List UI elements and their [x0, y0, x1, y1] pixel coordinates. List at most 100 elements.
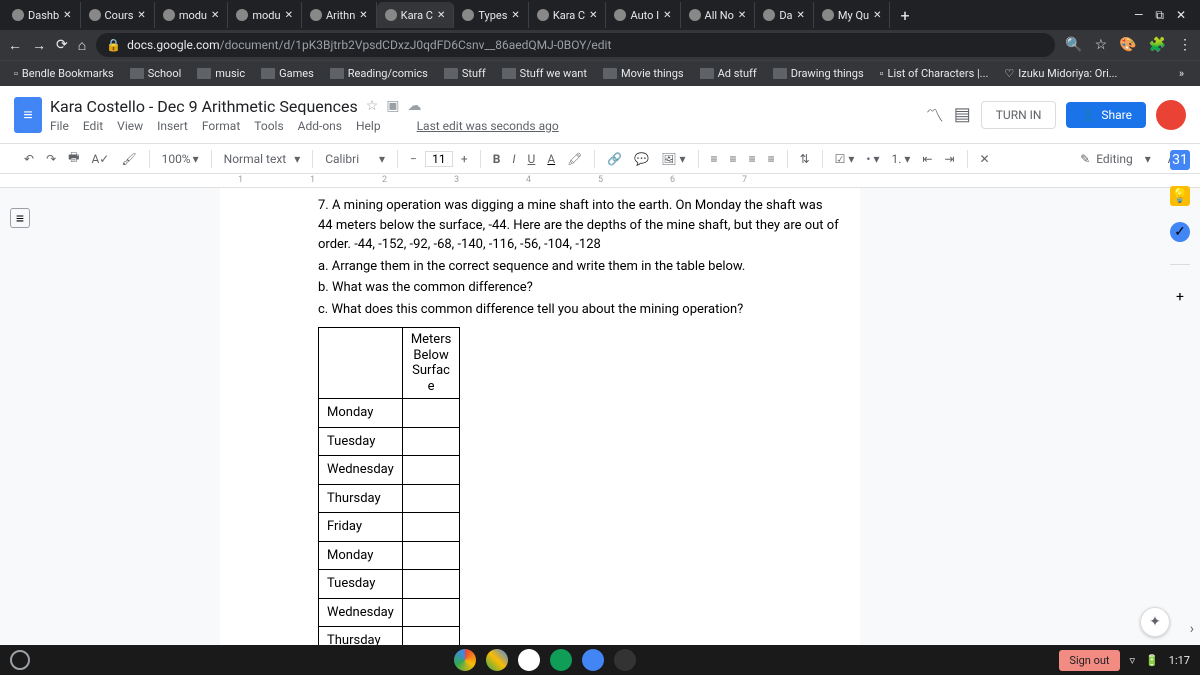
home-icon[interactable]: ⌂ — [78, 37, 86, 54]
account-avatar[interactable] — [1156, 100, 1186, 130]
style-select[interactable]: Normal text ▾ — [220, 152, 305, 166]
reload-icon[interactable]: ⟳ — [56, 37, 68, 53]
redo-icon[interactable]: ↷ — [42, 152, 60, 166]
menu-help[interactable]: Help — [356, 119, 381, 133]
minimize-icon[interactable]: — — [1134, 8, 1143, 23]
bookmark-item[interactable]: Drawing things — [767, 67, 870, 80]
italic-icon[interactable]: I — [508, 152, 519, 166]
tab-close-icon[interactable]: ✕ — [511, 10, 519, 21]
activity-icon[interactable]: 〽 — [926, 102, 944, 128]
table-cell-day[interactable]: Monday — [319, 399, 403, 428]
bookmark-item[interactable]: School — [124, 67, 188, 80]
browser-tab[interactable]: Arithn✕ — [302, 2, 377, 28]
tab-close-icon[interactable]: ✕ — [873, 10, 881, 21]
bookmark-item[interactable]: ▫List of Characters |... — [874, 67, 995, 80]
browser-tab[interactable]: All No✕ — [681, 2, 756, 28]
last-edit-link[interactable]: Last edit was seconds ago — [417, 119, 559, 133]
scroll-right-icon[interactable]: › — [1190, 621, 1194, 637]
table-cell-day[interactable]: Wednesday — [319, 456, 403, 485]
paint-format-icon[interactable]: 🖌 — [117, 152, 140, 166]
underline-icon[interactable]: U — [524, 152, 540, 166]
turn-in-button[interactable]: TURN IN — [981, 101, 1057, 129]
browser-tab[interactable]: Dashb✕ — [4, 2, 81, 28]
battery-icon[interactable]: 🔋 — [1145, 654, 1159, 667]
share-button[interactable]: 👤Share — [1066, 102, 1146, 128]
document-title[interactable]: Kara Costello - Dec 9 Arithmetic Sequenc… — [50, 97, 358, 116]
table-cell-value[interactable] — [402, 484, 460, 513]
drive-app-icon[interactable] — [486, 649, 508, 671]
bookmark-item[interactable]: ♡Izuku Midoriya: Ori... — [998, 67, 1123, 80]
bookmark-item[interactable]: music — [191, 67, 251, 80]
text-color-icon[interactable]: A — [543, 152, 559, 166]
chrome-app-icon[interactable] — [454, 649, 476, 671]
bookmark-item[interactable]: Ad stuff — [694, 67, 763, 80]
spellcheck-icon[interactable]: A✓ — [87, 152, 113, 166]
paragraph-b[interactable]: b. What was the common difference? — [318, 278, 840, 298]
bookmark-item[interactable]: Movie things — [597, 67, 690, 80]
tab-close-icon[interactable]: ✕ — [211, 10, 219, 21]
table-cell-value[interactable] — [402, 541, 460, 570]
browser-tab[interactable]: Kara C✕ — [377, 2, 455, 28]
days-table[interactable]: MetersBelowSurface MondayTuesdayWednesda… — [318, 327, 460, 645]
clock[interactable]: 1:17 — [1169, 654, 1190, 667]
table-cell-value[interactable] — [402, 627, 460, 645]
table-cell-value[interactable] — [402, 399, 460, 428]
table-cell-day[interactable]: Friday — [319, 513, 403, 542]
browser-tab[interactable]: modu✕ — [228, 2, 302, 28]
align-right-icon[interactable]: ≡ — [745, 152, 760, 166]
align-center-icon[interactable]: ≡ — [726, 152, 741, 166]
sign-out-button[interactable]: Sign out — [1059, 650, 1119, 671]
url-input[interactable]: 🔒 docs.google.com/document/d/1pK3Bjtrb2V… — [96, 33, 1055, 57]
explore-button[interactable]: ✦ — [1140, 607, 1170, 637]
highlight-icon[interactable]: 🖍 — [563, 152, 586, 166]
align-left-icon[interactable]: ≡ — [707, 152, 722, 166]
undo-icon[interactable]: ↶ — [20, 152, 38, 166]
comments-icon[interactable]: ▤ — [954, 104, 971, 125]
tab-close-icon[interactable]: ✕ — [738, 10, 746, 21]
bookmark-item[interactable]: Reading/comics — [324, 67, 434, 80]
checklist-icon[interactable]: ☑ ▾ — [831, 152, 859, 166]
align-justify-icon[interactable]: ≡ — [764, 152, 779, 166]
clear-format-icon[interactable]: ✕ — [976, 152, 994, 166]
editing-mode-button[interactable]: ✎ Editing ▾ — [1071, 147, 1160, 171]
camera-app-icon[interactable] — [582, 649, 604, 671]
comment-icon[interactable]: 💬 — [630, 152, 653, 166]
tab-close-icon[interactable]: ✕ — [285, 10, 293, 21]
addons-plus-icon[interactable]: + — [1170, 287, 1190, 307]
print-icon[interactable]: 🖶 — [64, 148, 83, 169]
font-size-input[interactable] — [425, 151, 453, 167]
wifi-icon[interactable]: ▿ — [1130, 654, 1136, 667]
menu-tools[interactable]: Tools — [254, 119, 283, 133]
back-icon[interactable]: ← — [8, 37, 22, 54]
more-icon[interactable]: ⋮ — [1178, 37, 1192, 53]
line-spacing-icon[interactable]: ⇅ — [796, 152, 814, 166]
docs-logo-icon[interactable]: ≡ — [14, 97, 42, 133]
browser-tab[interactable]: Types✕ — [454, 2, 528, 28]
image-icon[interactable]: 🖼 ▾ — [657, 152, 689, 166]
classroom-app-icon[interactable] — [550, 649, 572, 671]
tab-close-icon[interactable]: ✕ — [797, 10, 805, 21]
star-doc-icon[interactable]: ☆ — [366, 98, 379, 114]
bold-icon[interactable]: B — [489, 152, 505, 166]
launcher-icon[interactable] — [10, 650, 30, 670]
browser-tab[interactable]: Auto I✕ — [606, 2, 680, 28]
calendar-addon-icon[interactable]: 31 — [1170, 150, 1190, 170]
outdent-icon[interactable]: ⇤ — [918, 152, 936, 166]
paragraph-a[interactable]: a. Arrange them in the correct sequence … — [318, 257, 840, 277]
bookmark-item[interactable]: Stuff — [438, 67, 492, 80]
forward-icon[interactable]: → — [32, 37, 46, 54]
bookmark-item[interactable]: Games — [255, 67, 320, 80]
browser-tab[interactable]: Cours✕ — [81, 2, 155, 28]
tab-close-icon[interactable]: ✕ — [137, 10, 145, 21]
bookmark-item[interactable]: ▫Bendle Bookmarks — [8, 67, 120, 80]
browser-tab[interactable]: modu✕ — [155, 2, 229, 28]
tab-close-icon[interactable]: ✕ — [437, 10, 445, 21]
move-icon[interactable]: ▣ — [386, 98, 399, 114]
document-page[interactable]: 7. A mining operation was digging a mine… — [220, 188, 860, 645]
paragraph-7[interactable]: 7. A mining operation was digging a mine… — [318, 196, 840, 255]
menu-add-ons[interactable]: Add-ons — [298, 119, 342, 133]
outline-icon[interactable]: ≡ — [10, 208, 30, 228]
indent-icon[interactable]: ⇥ — [940, 152, 958, 166]
tab-close-icon[interactable]: ✕ — [589, 10, 597, 21]
maximize-icon[interactable]: ⧉ — [1155, 8, 1164, 23]
